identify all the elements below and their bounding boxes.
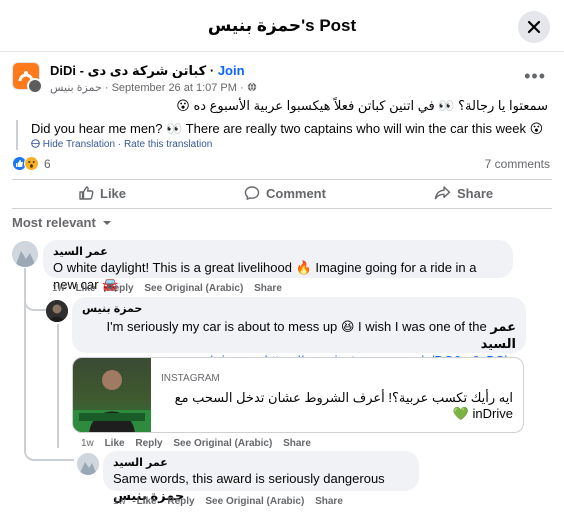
join-link[interactable]: Join [218,63,245,78]
meta-author[interactable]: حمزة بنيس [50,82,102,94]
reply-author[interactable]: عمر السيد [113,456,409,470]
card-title: ايه رأيك تكسب عربية؟! أعرف الشروط عشان ت… [174,390,513,421]
link-preview-card[interactable]: INSTAGRAM ايه رأيك تكسب عربية؟! أعرف الش… [72,357,524,433]
see-original-button[interactable]: See Original (Arabic) [205,496,304,507]
reply-reply-button[interactable]: Reply [167,496,194,507]
post-text: سمعتوا يا رجالة؟ 👀 في اتنين كباتن فعلاً … [176,98,548,113]
reply-time[interactable]: 1w [81,438,94,449]
reply-bubble: عمر السيد Same words, this award is seri… [103,451,419,503]
comment-actions: 1w Like Reply See Original (Arabic) Shar… [52,283,290,294]
comment-avatar[interactable] [12,241,38,267]
like-icon [79,186,94,200]
reply-avatar[interactable] [77,453,99,475]
thread-connector [24,295,46,311]
author-avatar[interactable] [27,78,43,94]
hide-translation-link[interactable]: Hide Translation [43,139,115,150]
post-date[interactable]: September 26 at 1:07 PM [112,82,237,94]
wow-reaction-icon[interactable] [24,156,39,171]
comment-author[interactable]: عمر السيد [53,245,503,259]
globe-icon [247,82,256,92]
group-name[interactable]: DiDi - كباتن شركة دى دى [50,63,206,78]
share-button[interactable]: Share [434,185,493,201]
reply-actions: 1w Like Reply See Original (Arabic) Shar… [81,438,319,449]
reply-like-button[interactable]: Like [105,438,125,449]
post-meta: حمزة بنيس · September 26 at 1:07 PM · [50,81,257,94]
reply-bubble: حمزة بنيس I'm seriously my car is about … [72,297,526,368]
comment-button[interactable]: Comment [244,185,326,201]
reply-text: I'm seriously my car is about to mess up… [106,319,517,351]
translation-text: Did you hear me men? 👀 There are really … [31,121,544,136]
chevron-down-icon [103,221,112,225]
link-thumbnail [73,358,151,432]
reaction-count[interactable]: 6 [44,157,51,171]
see-original-button[interactable]: See Original (Arabic) [173,438,272,449]
action-bar: Like Comment Share [12,179,552,209]
post-header: DiDi - كباتن شركة دى دى · Join حمزة بنيس… [12,62,552,98]
close-button[interactable] [518,11,550,43]
translation-links: Hide Translation · Rate this translation [31,139,546,150]
comment-sort-dropdown[interactable]: Most relevant [12,215,112,230]
reply-share-button[interactable]: Share [315,496,343,507]
reply-avatar[interactable] [46,300,68,322]
comment-like-button[interactable]: Like [76,283,96,294]
post-author: DiDi - كباتن شركة دى دى · Join [50,63,245,78]
thread-connector [24,445,74,461]
comment-reply-button[interactable]: Reply [106,283,133,294]
comment-icon [244,186,260,200]
translate-icon [31,139,40,148]
reply-share-button[interactable]: Share [283,438,311,449]
more-options-button[interactable]: ••• [524,66,546,87]
share-icon [434,186,451,200]
more-icon: ••• [524,66,546,86]
like-button[interactable]: Like [78,185,126,201]
translation-block: Did you hear me men? 👀 There are really … [16,120,546,150]
see-original-button[interactable]: See Original (Arabic) [144,283,243,294]
reply-author[interactable]: حمزة بنيس [82,302,516,316]
reply-actions: 1w Like Reply See Original (Arabic) Shar… [113,496,351,507]
reply-time[interactable]: 1w [113,496,126,507]
comment-bubble: عمر السيد O white daylight! This is a gr… [43,240,513,292]
close-icon [527,20,541,34]
comment-share-button[interactable]: Share [254,283,282,294]
rate-translation-link[interactable]: Rate this translation [124,139,212,150]
reply-like-button[interactable]: Like [137,496,157,507]
comments-count[interactable]: 7 comments [485,157,550,171]
card-domain: INSTAGRAM [161,373,220,384]
modal-title: حمزة بنيس's Post [207,16,357,35]
thread-line [57,324,59,448]
reactions-row: 6 7 comments [12,156,552,172]
comment-time[interactable]: 1w [52,283,65,294]
modal-header: حمزة بنيس's Post [0,0,564,52]
reply-reply-button[interactable]: Reply [135,438,162,449]
